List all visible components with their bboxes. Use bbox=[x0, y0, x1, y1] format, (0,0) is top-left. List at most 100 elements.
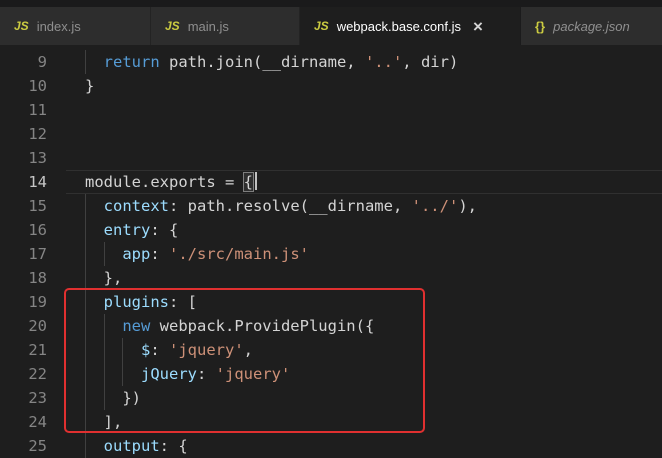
code-line[interactable]: 10} bbox=[0, 74, 662, 98]
code-text: plugins: [ bbox=[47, 290, 662, 314]
code-token: : { bbox=[150, 221, 179, 239]
code-token: }, bbox=[103, 269, 123, 287]
code-text: $: 'jquery', bbox=[47, 338, 662, 362]
code-text: jQuery: 'jquery' bbox=[47, 362, 662, 386]
code-line[interactable]: 13 bbox=[0, 146, 662, 170]
line-number: 21 bbox=[28, 341, 47, 359]
code-text: entry: { bbox=[47, 218, 662, 242]
code-text: }, bbox=[47, 266, 662, 290]
matched-bracket: { bbox=[242, 172, 255, 192]
tab-label: webpack.base.conf.js bbox=[336, 18, 461, 34]
line-number: 23 bbox=[28, 389, 47, 407]
code-token: new bbox=[122, 317, 151, 335]
text-cursor bbox=[254, 172, 257, 190]
tab-webpack-base-conf-js[interactable]: JS webpack.base.conf.js × bbox=[300, 7, 521, 45]
js-file-icon: JS bbox=[14, 19, 29, 33]
line-number: 18 bbox=[28, 269, 47, 287]
code-line[interactable]: 25 output: { bbox=[0, 434, 662, 458]
code-token: jQuery bbox=[141, 365, 197, 383]
code-token: : [ bbox=[169, 293, 197, 311]
code-token: : path.resolve(__dirname, bbox=[169, 197, 412, 215]
code-line[interactable]: 20 new webpack.ProvidePlugin({ bbox=[0, 314, 662, 338]
code-text: output: { bbox=[47, 434, 662, 458]
code-line[interactable]: 16 entry: { bbox=[0, 218, 662, 242]
code-line[interactable]: 19 plugins: [ bbox=[0, 290, 662, 314]
code-line[interactable]: 11 bbox=[0, 98, 662, 122]
code-token: path.join(__dirname, bbox=[169, 53, 365, 71]
line-number: 14 bbox=[28, 173, 47, 191]
line-number: 15 bbox=[28, 197, 47, 215]
code-token: entry bbox=[103, 221, 151, 239]
code-text: return path.join(__dirname, '..', dir) bbox=[47, 50, 662, 74]
code-text: module.exports = { bbox=[47, 170, 662, 194]
line-number: 11 bbox=[28, 101, 47, 119]
tab-label: package.json bbox=[553, 18, 630, 34]
tab-index-js[interactable]: JS index.js bbox=[0, 7, 151, 45]
code-token: ], bbox=[103, 413, 123, 431]
code-line[interactable]: 23 }) bbox=[0, 386, 662, 410]
line-number: 22 bbox=[28, 365, 47, 383]
code-token: app bbox=[122, 245, 151, 263]
code-token: } bbox=[85, 77, 95, 95]
js-file-icon: JS bbox=[165, 19, 180, 33]
code-text: }) bbox=[47, 386, 662, 410]
code-token: context bbox=[103, 197, 169, 215]
code-token: : bbox=[150, 341, 170, 359]
code-text: ], bbox=[47, 410, 662, 434]
code-token: './src/main.js' bbox=[169, 245, 309, 263]
code-line[interactable]: 18 }, bbox=[0, 266, 662, 290]
code-token: $ bbox=[141, 341, 151, 359]
code-text: context: path.resolve(__dirname, '../'), bbox=[47, 194, 662, 218]
code-token: , bbox=[243, 341, 254, 359]
line-number: 19 bbox=[28, 293, 47, 311]
code-token: : bbox=[150, 245, 169, 263]
code-token: '../' bbox=[411, 197, 459, 215]
code-token: : bbox=[197, 365, 216, 383]
code-line[interactable]: 21 $: 'jquery', bbox=[0, 338, 662, 362]
code-line[interactable]: 12 bbox=[0, 122, 662, 146]
tab-label: index.js bbox=[36, 18, 81, 34]
tab-package-json[interactable]: {} package.json bbox=[521, 7, 662, 45]
code-token: : { bbox=[159, 437, 188, 455]
code-token: plugins bbox=[103, 293, 169, 311]
code-line[interactable]: 24 ], bbox=[0, 410, 662, 434]
code-token: return bbox=[103, 53, 169, 71]
tab-label: main.js bbox=[187, 18, 229, 34]
code-text: app: './src/main.js' bbox=[47, 242, 662, 266]
tab-main-js[interactable]: JS main.js bbox=[151, 7, 300, 45]
titlebar-strip bbox=[0, 0, 662, 7]
json-file-icon: {} bbox=[535, 18, 546, 34]
tab-bar: JS index.js JS main.js JS webpack.base.c… bbox=[0, 7, 662, 45]
line-number: 16 bbox=[28, 221, 47, 239]
code-line[interactable]: 15 context: path.resolve(__dirname, '../… bbox=[0, 194, 662, 218]
code-line[interactable]: 17 app: './src/main.js' bbox=[0, 242, 662, 266]
code-token: module.exports = bbox=[85, 173, 244, 191]
code-token: }) bbox=[122, 389, 141, 407]
code-editor[interactable]: 9 return path.join(__dirname, '..', dir)… bbox=[0, 45, 662, 458]
code-line[interactable]: 9 return path.join(__dirname, '..', dir) bbox=[0, 50, 662, 74]
code-token: , dir) bbox=[402, 53, 459, 71]
code-token: 'jquery' bbox=[215, 365, 291, 383]
line-number: 24 bbox=[28, 413, 47, 431]
close-tab-icon[interactable]: × bbox=[473, 18, 483, 35]
js-file-icon: JS bbox=[314, 19, 329, 33]
code-text: new webpack.ProvidePlugin({ bbox=[47, 314, 662, 338]
line-number: 20 bbox=[28, 317, 47, 335]
code-token: webpack.ProvidePlugin({ bbox=[150, 317, 375, 335]
code-line[interactable]: 14 module.exports = { bbox=[0, 170, 662, 194]
code-line[interactable]: 22 jQuery: 'jquery' bbox=[0, 362, 662, 386]
code-token: output bbox=[103, 437, 160, 455]
code-text: } bbox=[47, 74, 662, 98]
code-lines: 9 return path.join(__dirname, '..', dir)… bbox=[0, 50, 662, 458]
line-number: 9 bbox=[37, 53, 47, 71]
line-number: 25 bbox=[28, 437, 47, 455]
line-number: 12 bbox=[28, 125, 47, 143]
line-number: 17 bbox=[28, 245, 47, 263]
code-token: ), bbox=[458, 197, 477, 215]
code-token: '..' bbox=[364, 53, 403, 71]
code-token: 'jquery' bbox=[169, 341, 244, 359]
line-number: 13 bbox=[28, 149, 47, 167]
